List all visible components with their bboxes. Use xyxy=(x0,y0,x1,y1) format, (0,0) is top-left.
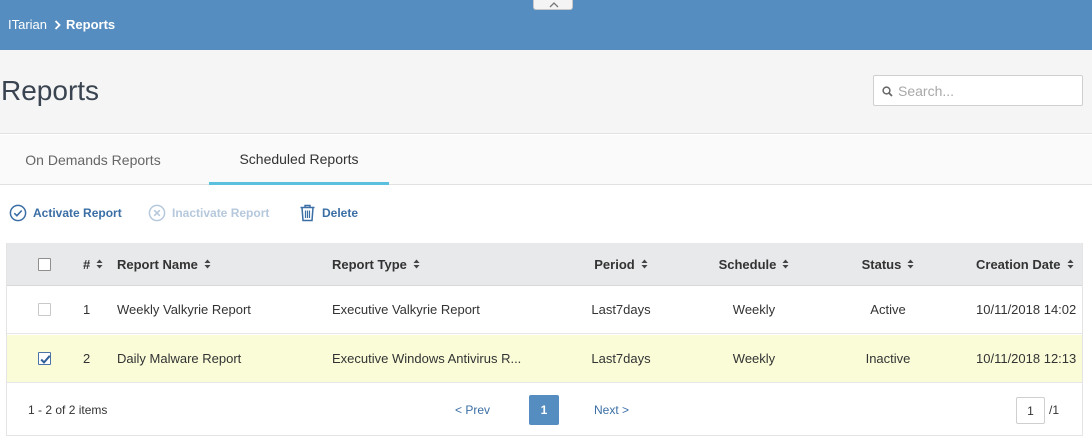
tab-bar: On Demands Reports Scheduled Reports xyxy=(0,135,1092,185)
column-header-report-type[interactable]: Report Type xyxy=(332,243,420,285)
inactivate-report-label: Inactivate Report xyxy=(172,206,270,220)
page-title: Reports xyxy=(1,75,100,106)
report-name: Weekly Valkyrie Report xyxy=(117,302,251,317)
report-schedule: Weekly xyxy=(732,351,776,366)
table-header: # Report Name Report Type Period Schedul… xyxy=(7,243,1082,286)
column-header-creation-date-label: Creation Date xyxy=(976,256,1061,272)
sort-icon xyxy=(204,259,211,269)
checkmark-icon xyxy=(40,355,51,364)
select-all-checkbox[interactable] xyxy=(38,257,51,271)
row-select-cell xyxy=(38,335,51,382)
pager-info: 1 - 2 of 2 items xyxy=(28,403,108,417)
column-header-report-type-label: Report Type xyxy=(332,256,407,272)
inactivate-report-button[interactable]: Inactivate Report xyxy=(148,200,269,226)
table-row[interactable]: 2 Daily Malware Report Executive Windows… xyxy=(7,335,1082,383)
column-header-period-label: Period xyxy=(594,256,635,272)
row-checkbox[interactable] xyxy=(38,303,51,316)
page-total: /1 xyxy=(1049,403,1060,417)
breadcrumb-root-link[interactable]: ITarian xyxy=(8,17,47,32)
sort-icon xyxy=(782,259,789,269)
report-status: Active xyxy=(870,302,906,317)
report-schedule: Weekly xyxy=(732,302,776,317)
chevron-right-icon xyxy=(54,19,61,30)
delete-button[interactable]: Delete xyxy=(299,200,358,226)
activate-report-label: Activate Report xyxy=(33,206,122,220)
tab-on-demand-reports[interactable]: On Demands Reports xyxy=(0,135,186,185)
row-number: 1 xyxy=(83,302,91,317)
next-page-link[interactable]: Next > xyxy=(594,384,629,435)
top-bar: ITarian Reports xyxy=(0,0,1092,50)
current-page-button[interactable]: 1 xyxy=(529,395,559,425)
column-header-period[interactable]: Period xyxy=(577,243,665,285)
activate-report-button[interactable]: Activate Report xyxy=(9,200,122,226)
report-creation-date: 10/11/2018 14:02 xyxy=(976,302,1077,317)
search-icon xyxy=(882,86,893,97)
search-input[interactable] xyxy=(898,76,1078,105)
sort-icon xyxy=(907,259,914,269)
report-type: Executive Windows Antivirus R... xyxy=(332,351,522,366)
breadcrumb-current: Reports xyxy=(66,17,116,32)
check-circle-icon xyxy=(9,204,27,222)
column-header-status[interactable]: Status xyxy=(845,243,931,285)
column-header-status-label: Status xyxy=(861,256,902,272)
breadcrumb: ITarian Reports xyxy=(8,17,115,32)
report-status: Inactive xyxy=(865,351,911,366)
row-checkbox[interactable] xyxy=(38,352,51,365)
report-period: Last7days xyxy=(591,302,651,317)
row-select-cell xyxy=(38,286,51,333)
reports-table: # Report Name Report Type Period Schedul… xyxy=(6,243,1083,436)
chevron-up-icon xyxy=(549,2,559,8)
column-header-report-name-label: Report Name xyxy=(117,256,198,272)
column-header-report-name[interactable]: Report Name xyxy=(117,243,211,285)
row-number: 2 xyxy=(83,351,91,366)
sort-icon xyxy=(413,259,420,269)
trash-icon xyxy=(300,204,315,222)
report-creation-date: 10/11/2018 12:13 xyxy=(976,351,1077,366)
sort-icon xyxy=(96,259,103,269)
search-box[interactable] xyxy=(873,75,1083,106)
x-circle-icon xyxy=(148,204,166,222)
tab-scheduled-reports[interactable]: Scheduled Reports xyxy=(209,135,389,185)
sort-icon xyxy=(1067,259,1074,269)
pager: 1 - 2 of 2 items < Prev 1 Next > /1 xyxy=(7,384,1082,435)
report-name: Daily Malware Report xyxy=(117,351,242,366)
page-header: Reports xyxy=(0,50,1092,134)
column-header-creation-date[interactable]: Creation Date xyxy=(976,243,1074,285)
column-header-number[interactable]: # xyxy=(83,243,103,285)
collapse-header-button[interactable] xyxy=(533,0,573,10)
report-period: Last7days xyxy=(591,351,651,366)
column-header-schedule[interactable]: Schedule xyxy=(709,243,799,285)
column-header-number-label: # xyxy=(83,256,91,272)
page-number-input[interactable] xyxy=(1016,397,1045,424)
delete-label: Delete xyxy=(322,206,359,220)
select-all-cell xyxy=(38,243,51,285)
column-header-schedule-label: Schedule xyxy=(718,256,777,272)
prev-page-link[interactable]: < Prev xyxy=(455,384,490,435)
table-row[interactable]: 1 Weekly Valkyrie Report Executive Valky… xyxy=(7,286,1082,334)
sort-icon xyxy=(641,259,648,269)
report-type: Executive Valkyrie Report xyxy=(332,302,480,317)
